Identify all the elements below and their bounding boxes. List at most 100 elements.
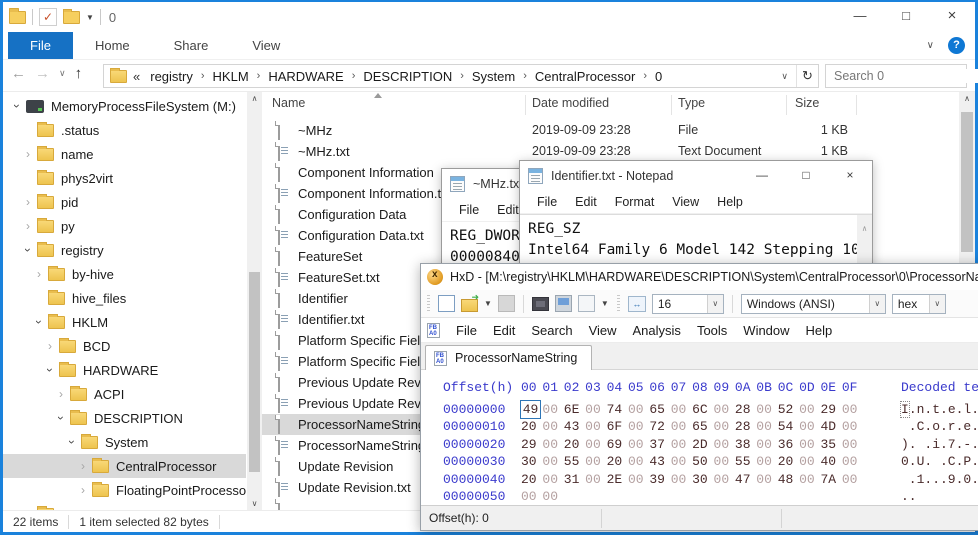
tree-item-status[interactable]: .status [3, 118, 246, 142]
hex-byte[interactable]: 00 [756, 418, 777, 436]
hex-row-00000030[interactable]: 00000030 30 00 55 00 20 00 43 00 50 00 55 00 20 00 40 00… [421, 453, 978, 471]
hex-byte[interactable]: 55 [735, 453, 756, 471]
column-divider[interactable] [786, 95, 787, 115]
hex-byte[interactable]: 00 [585, 401, 606, 419]
hex-byte[interactable]: 28 [735, 418, 756, 436]
hex-byte[interactable]: 20 [521, 418, 542, 436]
hex-byte[interactable]: 00 [756, 401, 777, 419]
notepad-identifier-menu-file[interactable]: File [528, 195, 566, 209]
hex-byte[interactable]: 00 [628, 453, 649, 471]
hex-byte[interactable]: 00 [542, 488, 563, 504]
hex-byte[interactable]: 00 [799, 401, 820, 419]
tree-item-by-hive[interactable]: › by-hive [3, 262, 246, 286]
hex-byte[interactable]: 00 [756, 471, 777, 489]
tree-item-bcd[interactable]: › BCD [3, 334, 246, 358]
hex-byte[interactable]: 36 [778, 436, 799, 454]
tree-expanded-icon[interactable]: › [43, 364, 57, 376]
file-row-mhz[interactable]: ~MHz 2019-09-09 23:28 File 1 KB [262, 120, 959, 141]
tree-expanded-icon[interactable]: › [54, 412, 68, 424]
tree-item-name[interactable]: › name [3, 142, 246, 166]
hex-byte[interactable]: 00 [671, 453, 692, 471]
hex-byte[interactable]: 00 [542, 436, 563, 454]
tree-item-centralprocessor[interactable]: › CentralProcessor [3, 454, 246, 478]
hex-byte[interactable]: 39 [649, 471, 670, 489]
hxd-menu-help[interactable]: Help [798, 323, 841, 338]
scroll-up-icon[interactable]: ∧ [247, 94, 262, 103]
tree-collapsed-icon[interactable]: › [33, 267, 45, 281]
hex-byte[interactable]: 00 [628, 471, 649, 489]
tools-doc-icon[interactable] [577, 295, 595, 312]
tree-collapsed-icon[interactable]: › [55, 387, 67, 401]
hxd-menu-edit[interactable]: Edit [485, 323, 523, 338]
tree-collapsed-icon[interactable]: › [44, 339, 56, 353]
hex-byte[interactable]: 43 [649, 453, 670, 471]
hex-row-00000010[interactable]: 00000010 20 00 43 00 6F 00 72 00 65 00 28 00 54 00 4D 00… [421, 418, 978, 436]
tab-processornamestring[interactable]: ProcessorNameString [425, 345, 593, 370]
hex-byte[interactable]: 69 [607, 436, 628, 454]
bytes-per-row-select[interactable]: 16 ∨ [651, 293, 724, 314]
tree-expanded-icon[interactable]: › [32, 316, 46, 328]
scroll-up-icon[interactable]: ∧ [857, 218, 872, 239]
hex-byte[interactable]: 2E [607, 471, 628, 489]
tree-item-hive-files[interactable]: hive_files [3, 286, 246, 310]
hex-byte[interactable]: 38 [735, 436, 756, 454]
column-divider[interactable] [671, 95, 672, 115]
hex-byte[interactable]: 00 [799, 453, 820, 471]
scrollbar-thumb[interactable] [249, 272, 260, 472]
hex-byte[interactable]: 00 [842, 418, 863, 436]
help-icon[interactable]: ? [948, 37, 965, 54]
hex-byte[interactable]: 00 [542, 453, 563, 471]
column-header-size[interactable]: Size [795, 96, 819, 110]
collapsed-path-icon[interactable]: « [133, 69, 140, 84]
hex-row-00000000[interactable]: 00000000 49 00 6E 00 74 00 65 00 6C 00 28 00 52 00 29 00… [421, 399, 978, 419]
hxd-menu-window[interactable]: Window [735, 323, 797, 338]
breadcrumb-segment-centralprocessor[interactable]: CentralProcessor [531, 69, 639, 84]
column-header-name[interactable]: Name [272, 96, 305, 110]
tab-view[interactable]: View [230, 32, 302, 59]
hex-byte[interactable]: 00 [842, 401, 863, 419]
scroll-up-icon[interactable]: ∧ [959, 94, 975, 103]
tree-item-pid[interactable]: › pid [3, 190, 246, 214]
open-file-icon[interactable] [461, 292, 479, 312]
tree-expanded-icon[interactable]: › [10, 100, 24, 112]
tree-item-description[interactable]: › DESCRIPTION [3, 406, 246, 430]
hex-byte[interactable]: 74 [607, 401, 628, 419]
tree-collapsed-icon[interactable]: › [22, 147, 34, 161]
column-divider[interactable] [525, 95, 526, 115]
hex-byte[interactable]: 48 [778, 471, 799, 489]
refresh-icon[interactable]: ↻ [796, 65, 818, 87]
qat-dropdown-icon[interactable]: ▼ [86, 13, 94, 22]
hxd-menu-search[interactable]: Search [523, 323, 580, 338]
hex-row-00000050[interactable]: 00000050 00 00.. [421, 488, 978, 504]
hex-byte[interactable]: 00 [542, 418, 563, 436]
hxd-menu-tools[interactable]: Tools [689, 323, 735, 338]
tree-expanded-icon[interactable]: › [21, 244, 35, 256]
hex-byte[interactable]: 00 [756, 453, 777, 471]
encoding-select[interactable]: Windows (ANSI) ∨ [740, 293, 886, 314]
address-dropdown-icon[interactable]: ∨ [773, 71, 796, 82]
scrollbar-thumb[interactable] [961, 112, 973, 252]
hex-byte[interactable]: 6E [564, 401, 585, 419]
hex-byte[interactable]: 52 [778, 401, 799, 419]
ram-icon[interactable] [531, 297, 549, 311]
hex-byte[interactable]: 00 [671, 418, 692, 436]
hex-byte[interactable]: 30 [692, 471, 713, 489]
tree-collapsed-icon[interactable]: › [77, 459, 89, 473]
hex-row-00000020[interactable]: 00000020 29 00 20 00 69 00 37 00 2D 00 38 00 36 00 35 00… [421, 436, 978, 454]
new-folder-icon[interactable] [63, 8, 80, 24]
address-bar[interactable]: « registry › HKLM › HARDWARE › DESCRIPTION › Sys… [103, 64, 819, 88]
hex-byte[interactable]: 35 [820, 436, 841, 454]
view-mode-select[interactable]: hex ∨ [891, 293, 946, 314]
hex-byte[interactable]: 29 [521, 436, 542, 454]
hex-byte[interactable]: 49 [520, 399, 541, 419]
forward-button[interactable]: → [35, 65, 50, 82]
hex-byte[interactable]: 7A [820, 471, 841, 489]
breadcrumb-segment-0[interactable]: 0 [651, 69, 666, 84]
hex-byte[interactable]: 00 [714, 453, 735, 471]
hex-byte[interactable]: 00 [714, 471, 735, 489]
hxd-menu-analysis[interactable]: Analysis [625, 323, 689, 338]
breadcrumb-segment-system[interactable]: System [468, 69, 519, 84]
tree-item-registry[interactable]: › registry [3, 238, 246, 262]
tree-item-py[interactable]: › py [3, 214, 246, 238]
hex-byte[interactable]: 28 [735, 401, 756, 419]
